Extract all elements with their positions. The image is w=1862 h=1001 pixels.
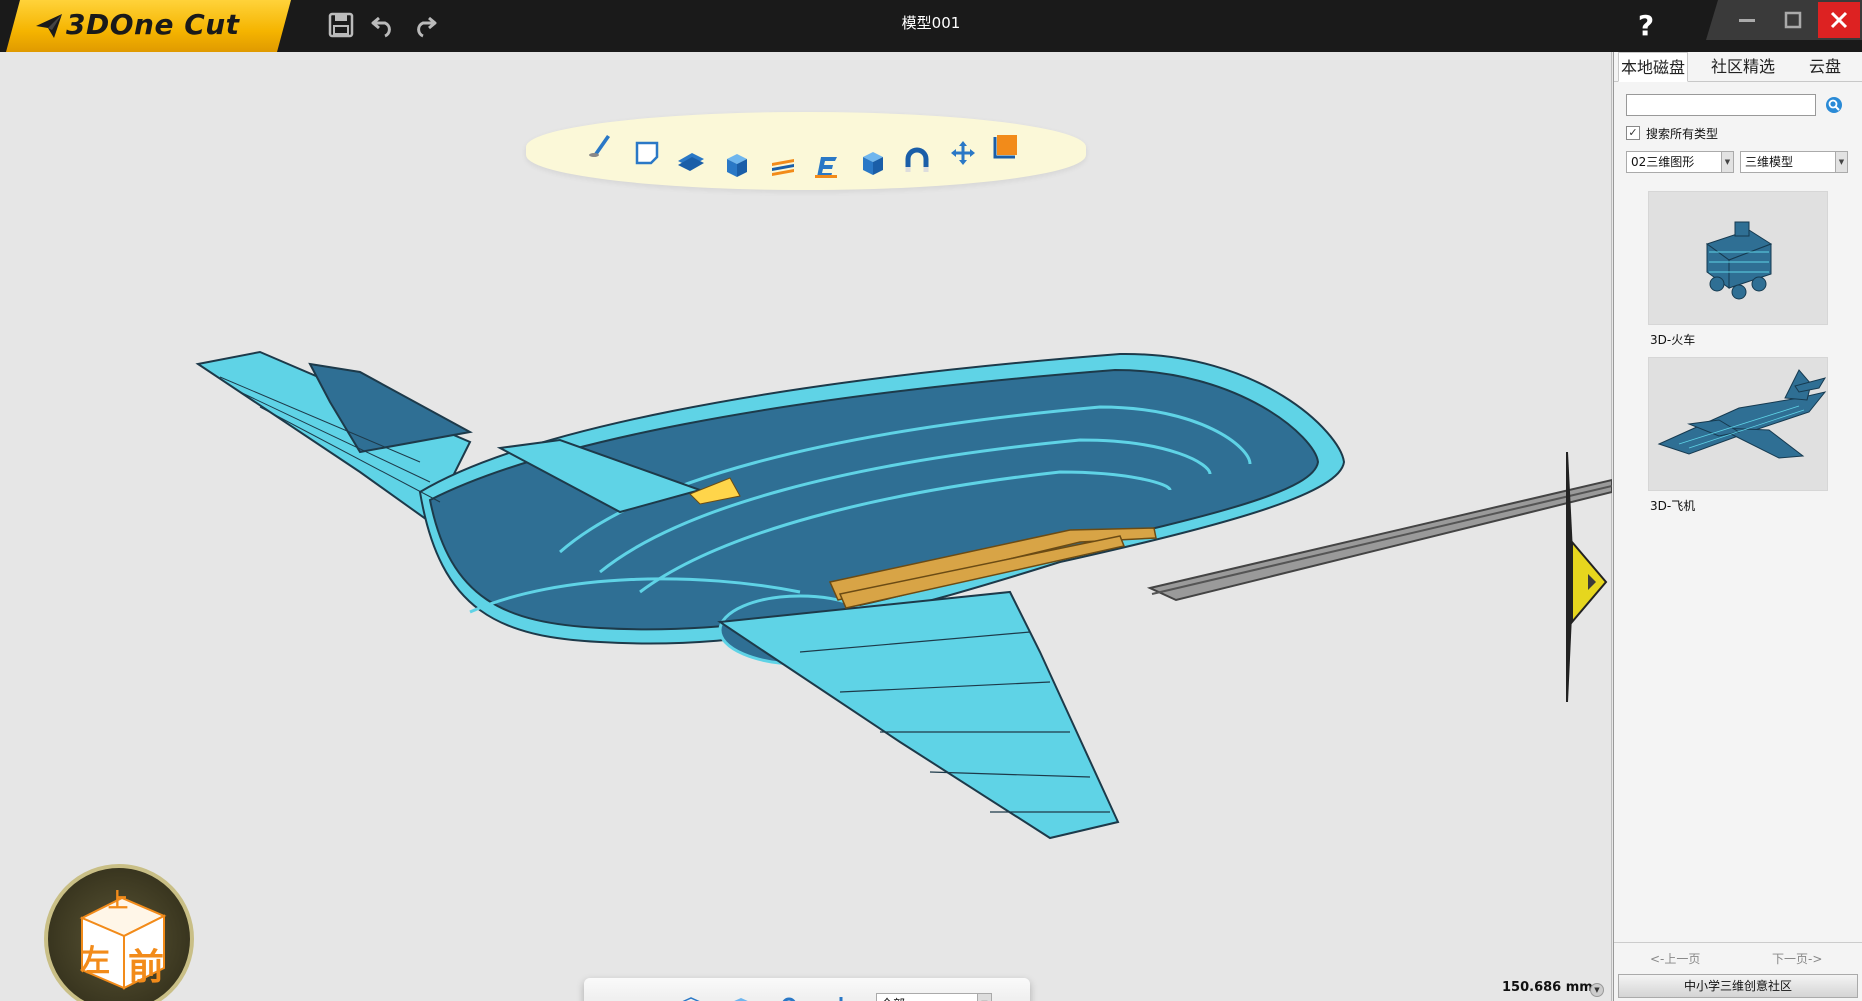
magnet-button[interactable] [900,144,934,178]
magnet-icon [905,147,929,172]
redo-button[interactable] [408,8,442,42]
zoom-button[interactable] [776,992,806,1001]
material-color-button[interactable] [990,128,1024,162]
view-toolbar: 全部 ▼ [584,978,1030,1001]
category-select-value: 02三维图形 [1631,155,1695,169]
solid-box-button[interactable] [720,148,754,182]
view-cube-top-label[interactable]: 上 [108,884,128,913]
redo-icon [417,16,437,38]
slice-stack-icon [772,159,794,176]
view-cube-left-label[interactable]: 左 [80,936,110,980]
sketch-tool-button[interactable] [584,128,618,162]
view-cube-front-label[interactable]: 前 [128,938,164,990]
sketch-icon [589,135,610,157]
chevron-down-icon: ▼ [977,994,991,1001]
community-button[interactable]: 中小学三维创意社区 [1618,974,1858,998]
window-controls [1706,0,1862,40]
export-icon [839,997,843,1001]
model-thumbnail-train[interactable] [1648,191,1828,325]
zoom-icon [782,997,796,1001]
library-tabs: 本地磁盘 社区精选 云盘 [1614,52,1862,82]
undo-icon [371,16,391,38]
export-button[interactable] [826,992,856,1001]
tab-cloud-disk[interactable]: 云盘 [1800,52,1850,82]
save-icon [328,12,354,38]
cube-button[interactable] [856,146,890,180]
model-type-select-value: 三维模型 [1745,155,1794,169]
help-button[interactable]: ? [1626,6,1666,46]
previous-page-link[interactable]: <-上一页 [1650,950,1700,967]
title-bar: 3DOne Cut 模型001 ? [0,0,1862,52]
resource-library-panel: 本地磁盘 社区精选 云盘 ✓ 搜索所有类型 02三维图形 ▼ 三维模型 ▼ 3D… [1613,52,1862,1001]
visibility-button[interactable] [626,992,656,1001]
panel-toggle-arrow[interactable] [1566,452,1612,702]
chevron-down-icon: ▼ [1835,152,1847,172]
model-thumbnail-airplane[interactable] [1648,357,1828,491]
app-logo-text: 3DOne Cut [66,8,240,41]
sheet-tool-button[interactable] [630,136,664,170]
model-scene[interactable] [0,52,1612,1001]
model-type-select[interactable]: 三维模型 ▼ [1740,151,1848,173]
extrude-layer-icon [678,153,704,171]
wireframe-cube-icon [682,997,700,1001]
extrude-layer-button[interactable] [674,144,708,178]
train-model-icon [1705,221,1773,300]
text-edit-icon [815,157,837,178]
search-icon[interactable] [1824,95,1844,115]
tab-community-picks[interactable]: 社区精选 [1698,52,1788,82]
slice-stack-button[interactable] [766,150,800,184]
text-edit-button[interactable] [810,150,844,184]
material-color-icon [993,135,1017,159]
view-cube[interactable]: 上 前 左 [44,864,194,1001]
close-button[interactable] [1818,2,1860,38]
model-label-train[interactable]: 3D-火车 [1650,331,1695,348]
model-label-airplane[interactable]: 3D-飞机 [1650,497,1695,514]
tab-local-disk[interactable]: 本地磁盘 [1618,52,1688,82]
logo-arrow-icon [34,12,64,40]
chevron-down-icon: ▼ [1721,152,1733,172]
move-button[interactable] [946,136,980,170]
category-select[interactable]: 02三维图形 ▼ [1626,151,1734,173]
search-all-types-checkbox[interactable]: ✓ [1626,126,1640,140]
sheet-icon [635,141,659,165]
solid-box-icon [727,154,747,177]
view-filter-value: 全部 [881,997,905,1001]
maximize-icon [1784,11,1802,29]
visibility-eye-icon [629,995,653,1001]
measurement-readout: 150.686 mm [1502,980,1593,995]
undo-button[interactable] [366,8,400,42]
maximize-button[interactable] [1772,2,1814,38]
shaded-view-button[interactable] [726,992,756,1001]
next-page-link[interactable]: 下一页-> [1772,950,1822,967]
3d-viewport[interactable]: 上 前 左 150.686 mm ▼ [0,52,1612,1001]
measurement-unit-dropdown[interactable]: ▼ [1590,983,1604,997]
shaded-box-icon [734,998,748,1001]
minimize-icon [1739,19,1755,22]
library-search-input[interactable] [1626,94,1816,116]
minimize-button[interactable] [1726,2,1768,38]
wireframe-view-button[interactable] [676,992,706,1001]
close-icon [1830,11,1848,29]
airplane-model-icon [1657,369,1827,459]
view-filter-select[interactable]: 全部 ▼ [876,993,992,1001]
app-logo: 3DOne Cut [6,0,291,52]
save-button[interactable] [324,8,358,42]
move-arrows-icon [951,141,975,165]
pager-divider [1614,942,1862,943]
cube-icon [863,152,883,175]
search-all-types-label: 搜索所有类型 [1646,127,1719,141]
